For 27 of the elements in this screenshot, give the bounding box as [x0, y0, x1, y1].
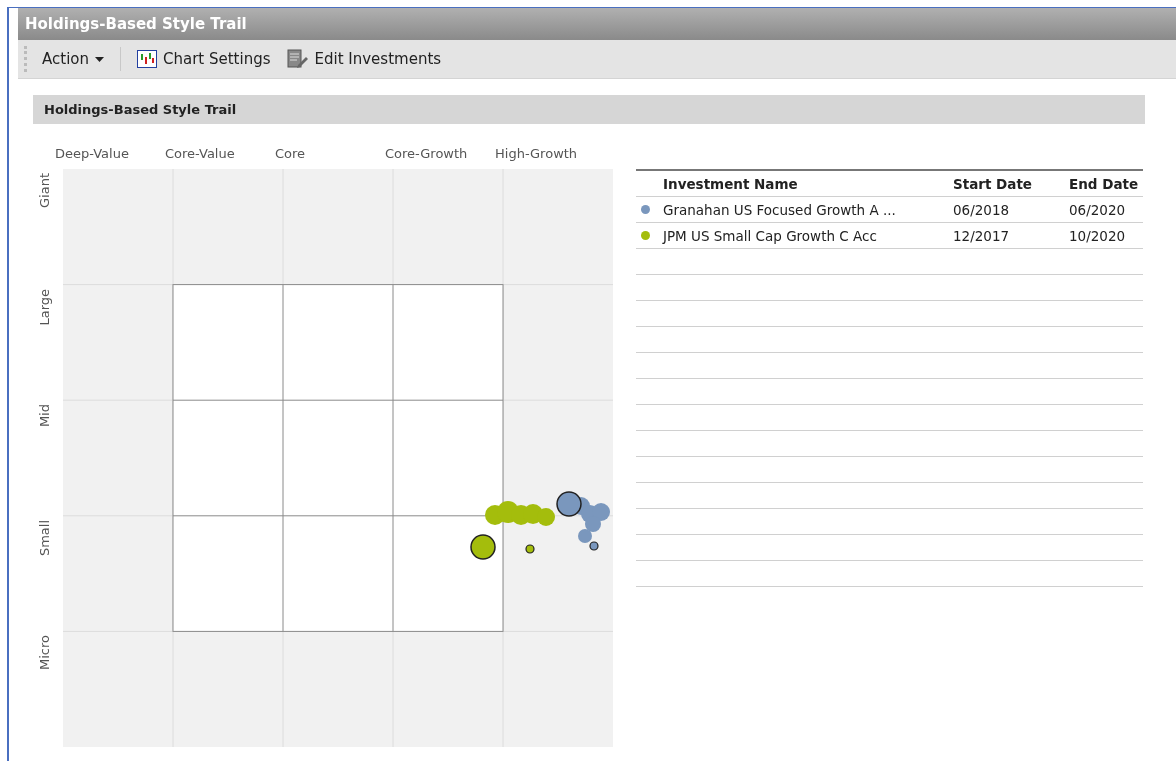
- column-header: Investment Name: [663, 175, 799, 192]
- row-label: Large: [37, 287, 53, 326]
- chart-settings-button[interactable]: Chart Settings: [133, 48, 275, 70]
- table-cell-text: 12/2017: [953, 227, 1011, 244]
- edit-investments-button[interactable]: Edit Investments: [282, 47, 446, 71]
- caret-icon: [95, 56, 104, 62]
- column-header: Start Date: [953, 175, 1034, 192]
- row-label: Mid: [37, 403, 53, 428]
- column-label: Core-Growth: [385, 145, 469, 161]
- document-pencil-icon: [286, 49, 309, 69]
- table-cell-text: 10/2020: [1069, 227, 1127, 244]
- row-label: Micro: [37, 634, 53, 671]
- column-label: Deep-Value: [55, 145, 130, 161]
- table-cell-text: Granahan US Focused Growth A ...: [663, 201, 897, 218]
- row-label: Giant: [37, 172, 53, 208]
- row-label: Small: [37, 518, 53, 556]
- column-header: End Date: [1069, 175, 1140, 192]
- table-cell-text: 06/2020: [1069, 201, 1127, 218]
- column-label: Core-Value: [165, 145, 236, 161]
- action-menu-button[interactable]: Action: [38, 48, 108, 70]
- window-title: Holdings-Based Style Trail: [18, 8, 1176, 40]
- section-header: Holdings-Based Style Trail: [33, 95, 1145, 124]
- table-cell-text: 06/2018: [953, 201, 1011, 218]
- chart-icon: [137, 50, 157, 68]
- column-label: Core: [275, 145, 307, 161]
- table-cell-text: JPM US Small Cap Growth C Acc: [663, 227, 878, 244]
- column-label: High-Growth: [495, 145, 579, 161]
